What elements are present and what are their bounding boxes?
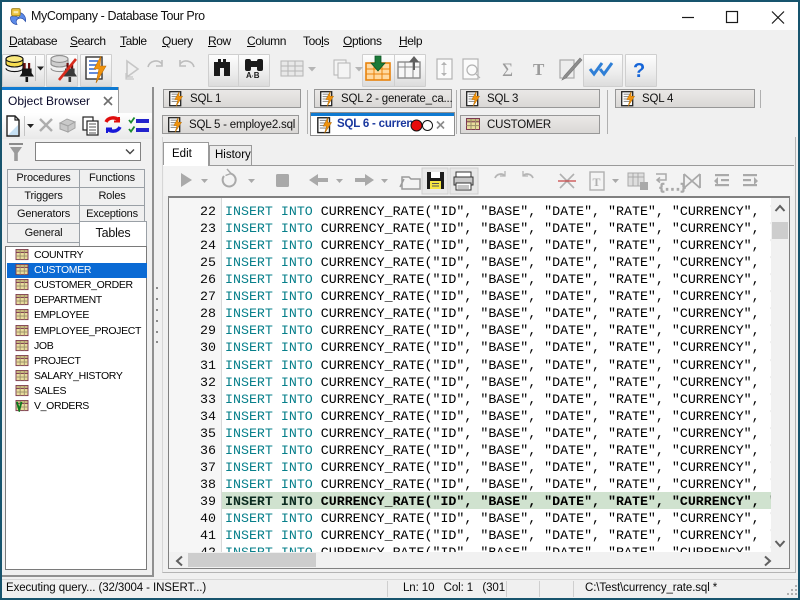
svg-text:?: ? [633, 60, 645, 82]
svg-text:Σ: Σ [502, 60, 513, 81]
svg-text:{...}: {...} [659, 183, 686, 193]
svg-text:T: T [533, 60, 545, 79]
svg-text:T: T [593, 175, 601, 189]
svg-text:A·B: A·B [246, 71, 260, 80]
